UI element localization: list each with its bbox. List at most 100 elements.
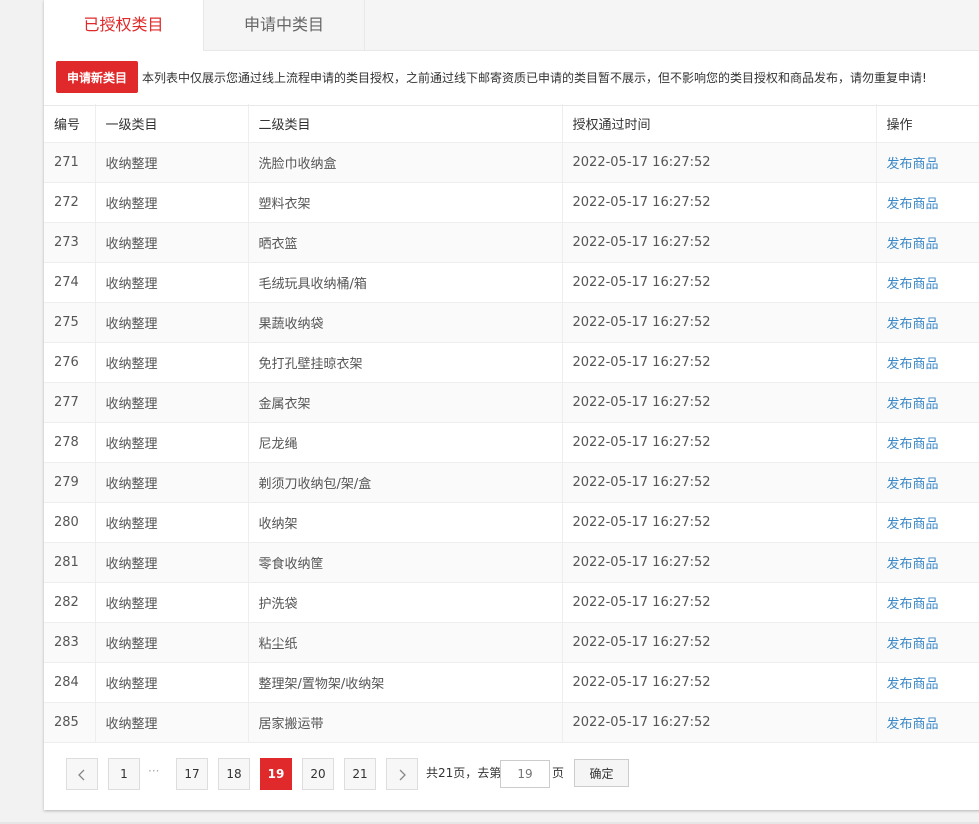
table-body: 271 收纳整理 洗脸巾收纳盒 2022-05-17 16:27:52 发布商品… <box>44 142 979 743</box>
page-button[interactable]: 18 <box>218 758 250 790</box>
cell-action: 发布商品 <box>876 542 979 583</box>
publish-product-link[interactable]: 发布商品 <box>887 557 939 572</box>
tab-pending-categories[interactable]: 申请中类目 <box>204 0 365 50</box>
cell-level2: 零食收纳筐 <box>248 542 563 583</box>
notice-bar: 申请新类目 本列表中仅展示您通过线上流程申请的类目授权，之前通过线下邮寄资质已申… <box>44 51 979 106</box>
cell-level1: 收纳整理 <box>95 462 249 503</box>
cell-time: 2022-05-17 16:27:52 <box>562 502 877 543</box>
cell-level1: 收纳整理 <box>95 302 249 343</box>
cell-id: 278 <box>44 422 96 463</box>
page-button[interactable]: 17 <box>176 758 208 790</box>
cell-action: 发布商品 <box>876 182 979 223</box>
goto-page-input[interactable] <box>500 760 550 788</box>
table-row: 274 收纳整理 毛绒玩具收纳桶/箱 2022-05-17 16:27:52 发… <box>44 262 979 303</box>
goto-confirm-button[interactable]: 确定 <box>574 759 629 787</box>
cell-id: 283 <box>44 622 96 663</box>
cell-action: 发布商品 <box>876 342 979 383</box>
column-header-id: 编号 <box>44 104 96 143</box>
tab-authorized-categories[interactable]: 已授权类目 <box>44 0 204 51</box>
page-button[interactable]: 21 <box>344 758 376 790</box>
cell-time: 2022-05-17 16:27:52 <box>562 622 877 663</box>
cell-level2: 尼龙绳 <box>248 422 563 463</box>
page-suffix-label: 页 <box>552 766 565 780</box>
chevron-left-icon <box>78 769 85 780</box>
cell-time: 2022-05-17 16:27:52 <box>562 462 877 503</box>
column-header-level2: 二级类目 <box>248 104 563 143</box>
cell-time: 2022-05-17 16:27:52 <box>562 302 877 343</box>
table-header-row: 编号 一级类目 二级类目 授权通过时间 操作 <box>44 104 979 143</box>
table-row: 271 收纳整理 洗脸巾收纳盒 2022-05-17 16:27:52 发布商品 <box>44 142 979 183</box>
table-row: 281 收纳整理 零食收纳筐 2022-05-17 16:27:52 发布商品 <box>44 542 979 583</box>
publish-product-link[interactable]: 发布商品 <box>887 157 939 172</box>
cell-action: 发布商品 <box>876 142 979 183</box>
cell-time: 2022-05-17 16:27:52 <box>562 422 877 463</box>
page-button[interactable]: 20 <box>302 758 334 790</box>
cell-action: 发布商品 <box>876 382 979 423</box>
publish-product-link[interactable]: 发布商品 <box>887 237 939 252</box>
chevron-right-icon <box>399 769 406 780</box>
table-row: 273 收纳整理 晒衣篮 2022-05-17 16:27:52 发布商品 <box>44 222 979 263</box>
cell-level1: 收纳整理 <box>95 662 249 703</box>
cell-time: 2022-05-17 16:27:52 <box>562 262 877 303</box>
cell-level2: 洗脸巾收纳盒 <box>248 142 563 183</box>
cell-id: 273 <box>44 222 96 263</box>
cell-action: 发布商品 <box>876 302 979 343</box>
cell-time: 2022-05-17 16:27:52 <box>562 662 877 703</box>
page-button-current[interactable]: 19 <box>260 758 292 790</box>
total-pages-label: 共21页，去第 <box>426 766 502 780</box>
cell-time: 2022-05-17 16:27:52 <box>562 542 877 583</box>
cell-id: 279 <box>44 462 96 503</box>
cell-level1: 收纳整理 <box>95 582 249 623</box>
publish-product-link[interactable]: 发布商品 <box>887 397 939 412</box>
table-row: 276 收纳整理 免打孔壁挂晾衣架 2022-05-17 16:27:52 发布… <box>44 342 979 383</box>
cell-level2: 收纳架 <box>248 502 563 543</box>
column-header-time: 授权通过时间 <box>562 104 877 143</box>
cell-id: 275 <box>44 302 96 343</box>
publish-product-link[interactable]: 发布商品 <box>887 517 939 532</box>
cell-action: 发布商品 <box>876 262 979 303</box>
table-row: 277 收纳整理 金属衣架 2022-05-17 16:27:52 发布商品 <box>44 382 979 423</box>
cell-id: 271 <box>44 142 96 183</box>
page-button[interactable]: 1 <box>108 758 140 790</box>
publish-product-link[interactable]: 发布商品 <box>887 197 939 212</box>
cell-time: 2022-05-17 16:27:52 <box>562 182 877 223</box>
table-row: 285 收纳整理 居家搬运带 2022-05-17 16:27:52 发布商品 <box>44 702 979 743</box>
cell-level1: 收纳整理 <box>95 502 249 543</box>
publish-product-link[interactable]: 发布商品 <box>887 357 939 372</box>
publish-product-link[interactable]: 发布商品 <box>887 437 939 452</box>
publish-product-link[interactable]: 发布商品 <box>887 637 939 652</box>
table-row: 282 收纳整理 护洗袋 2022-05-17 16:27:52 发布商品 <box>44 582 979 623</box>
table-row: 272 收纳整理 塑料衣架 2022-05-17 16:27:52 发布商品 <box>44 182 979 223</box>
next-page-button[interactable] <box>386 758 418 790</box>
cell-time: 2022-05-17 16:27:52 <box>562 582 877 623</box>
cell-level1: 收纳整理 <box>95 622 249 663</box>
page-ellipsis: ··· <box>148 764 160 778</box>
publish-product-link[interactable]: 发布商品 <box>887 477 939 492</box>
cell-level2: 护洗袋 <box>248 582 563 623</box>
table-row: 279 收纳整理 剃须刀收纳包/架/盒 2022-05-17 16:27:52 … <box>44 462 979 503</box>
table-row: 275 收纳整理 果蔬收纳袋 2022-05-17 16:27:52 发布商品 <box>44 302 979 343</box>
category-table: 编号 一级类目 二级类目 授权通过时间 操作 271 收纳整理 洗脸巾收纳盒 2… <box>44 104 979 743</box>
publish-product-link[interactable]: 发布商品 <box>887 597 939 612</box>
cell-level2: 毛绒玩具收纳桶/箱 <box>248 262 563 303</box>
cell-action: 发布商品 <box>876 622 979 663</box>
publish-product-link[interactable]: 发布商品 <box>887 677 939 692</box>
cell-level2: 粘尘纸 <box>248 622 563 663</box>
cell-level1: 收纳整理 <box>95 262 249 303</box>
publish-product-link[interactable]: 发布商品 <box>887 277 939 292</box>
apply-new-category-button[interactable]: 申请新类目 <box>56 61 138 93</box>
cell-level2: 免打孔壁挂晾衣架 <box>248 342 563 383</box>
cell-time: 2022-05-17 16:27:52 <box>562 142 877 183</box>
cell-level2: 剃须刀收纳包/架/盒 <box>248 462 563 503</box>
publish-product-link[interactable]: 发布商品 <box>887 717 939 732</box>
cell-level2: 晒衣篮 <box>248 222 563 263</box>
cell-level1: 收纳整理 <box>95 422 249 463</box>
cell-level1: 收纳整理 <box>95 182 249 223</box>
cell-level1: 收纳整理 <box>95 142 249 183</box>
cell-id: 282 <box>44 582 96 623</box>
cell-time: 2022-05-17 16:27:52 <box>562 222 877 263</box>
column-header-action: 操作 <box>876 104 979 143</box>
publish-product-link[interactable]: 发布商品 <box>887 317 939 332</box>
category-panel: 已授权类目 申请中类目 申请新类目 本列表中仅展示您通过线上流程申请的类目授权，… <box>44 0 979 810</box>
prev-page-button[interactable] <box>66 758 98 790</box>
